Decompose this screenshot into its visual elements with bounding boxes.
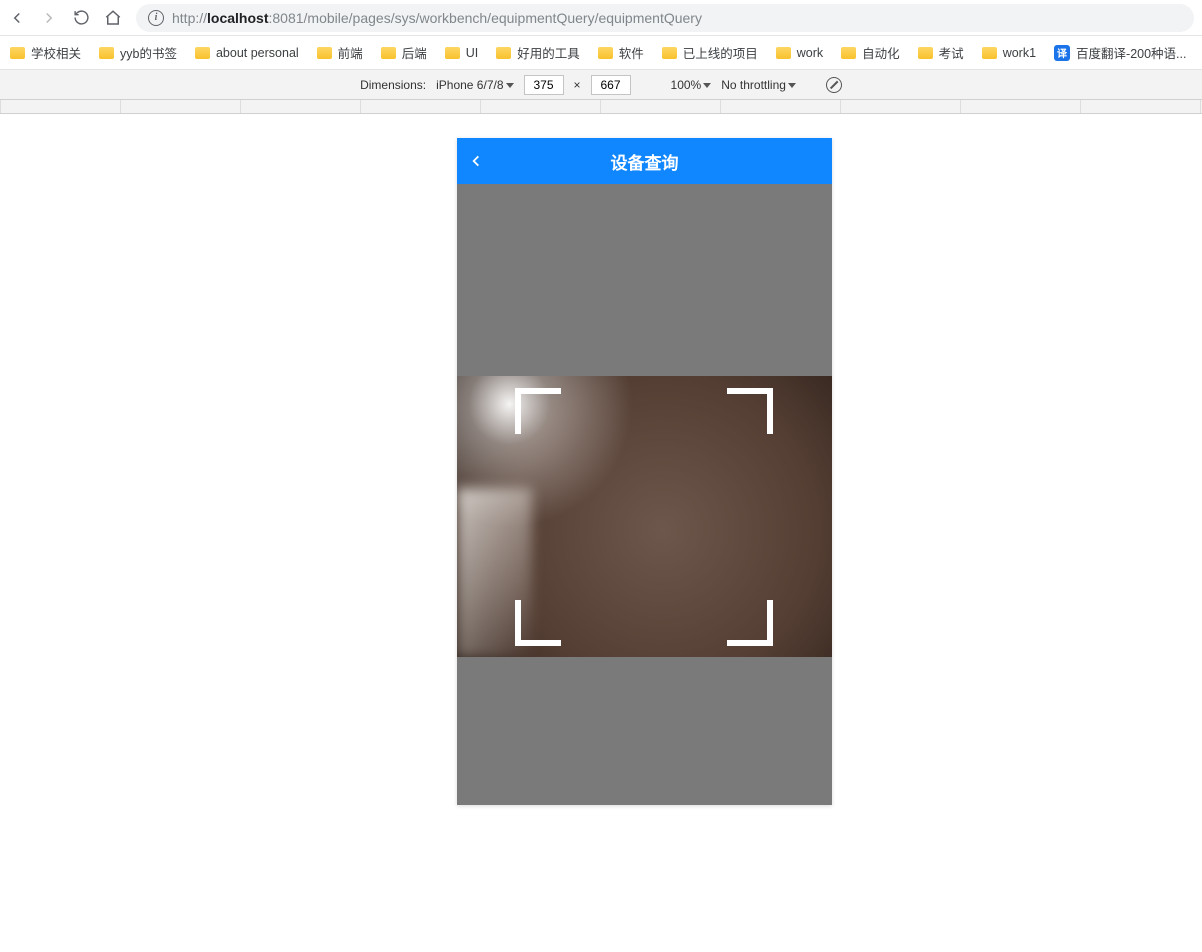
- chevron-down-icon: [506, 83, 514, 88]
- folder-icon: [99, 47, 114, 59]
- folder-icon: [10, 47, 25, 59]
- throttling-dropdown[interactable]: No throttling: [721, 78, 796, 92]
- url-text: http://localhost:8081/mobile/pages/sys/w…: [172, 10, 702, 26]
- folder-icon: [776, 47, 791, 59]
- dimension-separator: ×: [574, 78, 581, 92]
- scan-frame: [515, 388, 773, 646]
- folder-icon: [381, 47, 396, 59]
- reload-icon[interactable]: [72, 9, 90, 27]
- folder-icon: [598, 47, 613, 59]
- bookmark-item[interactable]: 后端: [381, 43, 427, 62]
- bookmark-label: 已上线的项目: [683, 43, 758, 62]
- rotate-icon[interactable]: [826, 77, 842, 93]
- device-canvas: 设备查询: [0, 114, 1202, 952]
- url-bar[interactable]: i http://localhost:8081/mobile/pages/sys…: [136, 4, 1194, 32]
- home-icon[interactable]: [104, 9, 122, 27]
- bookmark-item[interactable]: about personal: [195, 46, 299, 60]
- bookmark-item[interactable]: 已上线的项目: [662, 43, 758, 62]
- zoom-dropdown[interactable]: 100%: [671, 78, 712, 92]
- folder-icon: [317, 47, 332, 59]
- bookmark-item[interactable]: 软件: [598, 43, 644, 62]
- bookmark-label: work: [797, 46, 823, 60]
- bookmark-item[interactable]: 前端: [317, 43, 363, 62]
- site-info-icon[interactable]: i: [148, 10, 164, 26]
- bookmark-item[interactable]: 学校相关: [10, 43, 81, 62]
- camera-scanner-view[interactable]: [457, 376, 832, 657]
- device-frame: 设备查询: [457, 138, 832, 805]
- bookmark-item[interactable]: work: [776, 46, 823, 60]
- bookmark-item[interactable]: 好用的工具: [496, 43, 580, 62]
- page-title: 设备查询: [611, 149, 679, 174]
- app-header: 设备查询: [457, 138, 832, 184]
- width-input[interactable]: [524, 75, 564, 95]
- bookmark-item[interactable]: UI: [445, 46, 479, 60]
- folder-icon: [445, 47, 460, 59]
- back-button[interactable]: [469, 138, 483, 184]
- bookmark-label: 软件: [619, 43, 644, 62]
- browser-nav-bar: i http://localhost:8081/mobile/pages/sys…: [0, 0, 1202, 36]
- folder-icon: [662, 47, 677, 59]
- bookmark-label: 前端: [338, 43, 363, 62]
- bookmark-label: yyb的书签: [120, 43, 177, 62]
- height-input[interactable]: [591, 75, 631, 95]
- scan-corner-icon: [727, 388, 773, 434]
- folder-icon: [496, 47, 511, 59]
- folder-icon: [918, 47, 933, 59]
- scan-corner-icon: [515, 600, 561, 646]
- bookmarks-bar: 学校相关 yyb的书签 about personal 前端 后端 UI 好用的工具 软件 已上线…: [0, 36, 1202, 70]
- bookmark-item[interactable]: 译百度翻译-200种语...: [1054, 43, 1186, 62]
- translate-icon: 译: [1054, 45, 1070, 61]
- chevron-left-icon: [469, 150, 483, 172]
- folder-icon: [841, 47, 856, 59]
- chevron-down-icon: [703, 83, 711, 88]
- scan-corner-icon: [727, 600, 773, 646]
- folder-icon: [195, 47, 210, 59]
- back-icon[interactable]: [8, 9, 26, 27]
- bookmark-label: 考试: [939, 43, 964, 62]
- bookmark-item[interactable]: 考试: [918, 43, 964, 62]
- bookmark-item[interactable]: 自动化: [841, 43, 900, 62]
- forward-icon[interactable]: [40, 9, 58, 27]
- bookmark-label: 好用的工具: [517, 43, 580, 62]
- bookmark-item[interactable]: work1: [982, 46, 1036, 60]
- chevron-down-icon: [788, 83, 796, 88]
- bookmark-label: UI: [466, 46, 479, 60]
- folder-icon: [982, 47, 997, 59]
- bookmark-label: 自动化: [862, 43, 900, 62]
- device-preset-dropdown[interactable]: iPhone 6/7/8: [436, 78, 513, 92]
- ruler: [0, 100, 1202, 114]
- bookmark-label: 百度翻译-200种语...: [1076, 43, 1186, 62]
- bookmark-label: 学校相关: [31, 43, 81, 62]
- bookmark-label: work1: [1003, 46, 1036, 60]
- bookmark-label: 后端: [402, 43, 427, 62]
- devtools-device-toolbar: Dimensions: iPhone 6/7/8 × 100% No throt…: [0, 70, 1202, 100]
- bookmark-item[interactable]: yyb的书签: [99, 43, 177, 62]
- dimensions-label: Dimensions:: [360, 78, 426, 92]
- bookmark-label: about personal: [216, 46, 299, 60]
- scan-corner-icon: [515, 388, 561, 434]
